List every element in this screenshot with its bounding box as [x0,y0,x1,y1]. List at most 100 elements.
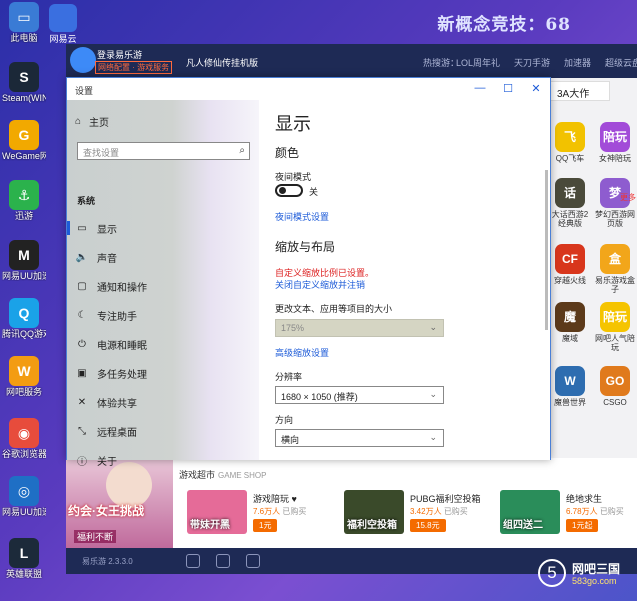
version-text: 易乐游 2.3.3.0 [82,557,133,566]
nav-section-system: 系统 [77,196,96,206]
game-tile[interactable]: CF 穿越火线 [548,244,592,285]
scrollbar[interactable] [545,170,548,330]
more-games-link[interactable]: 更多 [620,192,636,203]
custom-scale-off-link[interactable]: 关闭自定义缩放并注销 [275,278,365,291]
hot-tag[interactable]: 天刀手游 [514,56,550,69]
desktop-icon-label: Steam(WIN) [2,93,46,103]
game-tile[interactable]: 话大话西游2经典版 [548,178,592,228]
shop-item-thumb: 组四送二 [500,490,560,534]
nav-item-label: 体验共享 [97,399,137,410]
desktop-icon[interactable]: M网易UU加速器(WIN) [2,240,46,281]
search-icon[interactable]: ⌕ [239,145,245,156]
power-icon: ⏻ [78,339,86,350]
shop-item[interactable]: 组四送二 绝地求生 6.78万人 已购买 1元起 [500,490,637,540]
game-icon: 魔 [555,302,585,332]
nav-item-4[interactable]: ☾ 专注助手 [67,301,259,330]
game-icon: CF [555,244,585,274]
nav-item-2[interactable]: 🔈 声音 [67,243,259,272]
nav-item-6[interactable]: ▣ 多任务处理 [67,359,259,388]
desktop-icon[interactable]: ▭ 此电脑 [2,2,46,43]
launcher-logo-icon[interactable] [70,47,96,73]
desktop-icon-label: 迅游 [14,211,33,221]
footer-tools [186,554,260,568]
game-tile[interactable]: GO CSGO [593,366,637,407]
game-tile[interactable]: 魔魔域 [548,302,592,343]
game-name: 女神陪玩 [599,154,631,163]
maximize-button[interactable]: ☐ [494,78,522,98]
game-tile[interactable]: W 魔兽世界 [548,366,592,407]
nav-item-8[interactable]: ⤡ 远程桌面 [67,417,259,446]
minimize-button[interactable]: — [466,78,494,98]
desktop-icon[interactable]: SSteam(WIN) [2,62,46,103]
desktop-icon[interactable]: GWeGame网吧版 [2,120,46,161]
app-icon: M [9,240,39,270]
nav-item-5[interactable]: ⏻ 电源和睡眠 [67,330,259,359]
print-icon[interactable] [216,554,230,568]
edit-icon[interactable] [186,554,200,568]
shop-item-thumb-text: 带妹开黑 [190,520,230,531]
shop-item-buyers: 3.42万人 [410,507,442,516]
share-icon: ✕ [77,397,87,408]
promo-title: 约会·女王挑战 [68,504,144,518]
chevron-down-icon: ⌄ [429,432,437,442]
login-link[interactable]: 登录易乐游 [97,48,142,61]
chevron-down-icon: ⌄ [429,389,437,399]
desktop-icon[interactable]: W 网吧服务 [2,356,46,397]
nav-item-3[interactable]: ▢ 通知和操作 [67,272,259,301]
app-icon: L [9,538,39,568]
night-mode-label: 夜间模式 [275,172,312,182]
desktop-icon-cloud[interactable]: 网易云 [46,4,80,45]
shop-item-thumb: 带妹开黑 [187,490,247,534]
desktop-icon[interactable]: ◎网易UU加速器 [2,476,46,517]
resolution-value: 1680 × 1050 (推荐) [281,392,358,402]
orientation-select[interactable]: 横向 ⌄ [275,429,444,447]
game-tile[interactable]: 陪玩 女神陪玩 [593,122,637,163]
advanced-scale-link[interactable]: 高级缩放设置 [275,346,329,359]
shop-item-name: 游戏陪玩 ♥ [253,494,297,504]
desktop-icon[interactable]: L 英雄联盟 [2,538,46,579]
shop-item-price-button[interactable]: 15.8元 [410,519,446,532]
shop-item-buyers-suffix: 已购买 [282,507,307,516]
night-mode-settings-link[interactable]: 夜间模式设置 [275,210,329,223]
nav-item-1[interactable]: ▭ 显示 [67,214,259,243]
settings-titlebar[interactable]: 设置 — ☐ ✕ [67,78,550,100]
game-name: CSGO [603,398,627,407]
tab-3a-games[interactable]: 3A大作 [550,81,610,101]
shop-item[interactable]: 福利空投箱 PUBG福利空投箱 3.42万人 已购买 15.8元 [344,490,499,540]
cloud-app-icon [49,4,77,32]
shop-item-price-button[interactable]: 1元起 [566,519,599,532]
color-heading: 颜色 [275,146,300,160]
desktop-icon[interactable]: Q腾讯QQ游戏 [2,298,46,339]
desktop-icon-label: 网吧服务 [5,387,42,397]
shop-item-price-button[interactable]: 1元 [253,519,278,532]
settings-search-input[interactable]: 查找设置 ⌕ [77,142,250,160]
cloud-icon[interactable] [246,554,260,568]
desktop-icon-label: 腾讯QQ游戏 [2,329,46,339]
game-tile[interactable]: 盒易乐游戏盒子 [593,244,637,294]
desktop-icon[interactable]: ◉ 谷歌浏览器 [2,418,46,459]
game-name: 梦幻西游网页版 [595,210,635,228]
game-tile[interactable]: 梦梦幻西游网页版 [593,178,637,228]
close-button[interactable]: ✕ [522,78,550,98]
hot-tag[interactable]: LOL周年礼 [456,56,500,69]
night-mode-toggle[interactable] [275,184,303,197]
banner-text[interactable]: 凡人修仙传挂机版 [186,56,258,69]
nav-home[interactable]: ⌂ 主页 [75,114,109,129]
scale-select[interactable]: 175% ⌄ [275,319,444,337]
nav-item-7[interactable]: ✕ 体验共享 [67,388,259,417]
desktop-icon-label: 英雄联盟 [5,569,42,579]
nav-item-9[interactable]: ⓘ 关于 [67,446,259,475]
size-label: 更改文本、应用等项目的大小 [275,304,393,314]
desktop-icon[interactable]: ⚓ 迅游 [2,180,46,221]
hot-tag[interactable]: 加速器 [564,56,591,69]
resolution-select[interactable]: 1680 × 1050 (推荐) ⌄ [275,386,444,404]
desktop-icons: ▭此电脑 SSteam(WIN) GWeGame网吧版 ⚓迅游 M网易UU加速器(WIN… [0,0,48,601]
app-icon: ▭ [9,2,39,32]
shop-item[interactable]: 带妹开黑 游戏陪玩 ♥ 7.6万人 已购买 1元 [187,490,342,540]
hot-tag[interactable]: 超级云盘 [605,56,637,69]
game-tile[interactable]: 飞 QQ飞车 [548,122,592,163]
remote-icon: ⤡ [78,426,86,437]
game-tile[interactable]: 陪玩 网吧人气陪玩 [593,302,637,352]
top-watermark: 新概念竞技：68 [437,15,571,35]
shop-item-count: 6.78万人 已购买 [566,506,624,517]
